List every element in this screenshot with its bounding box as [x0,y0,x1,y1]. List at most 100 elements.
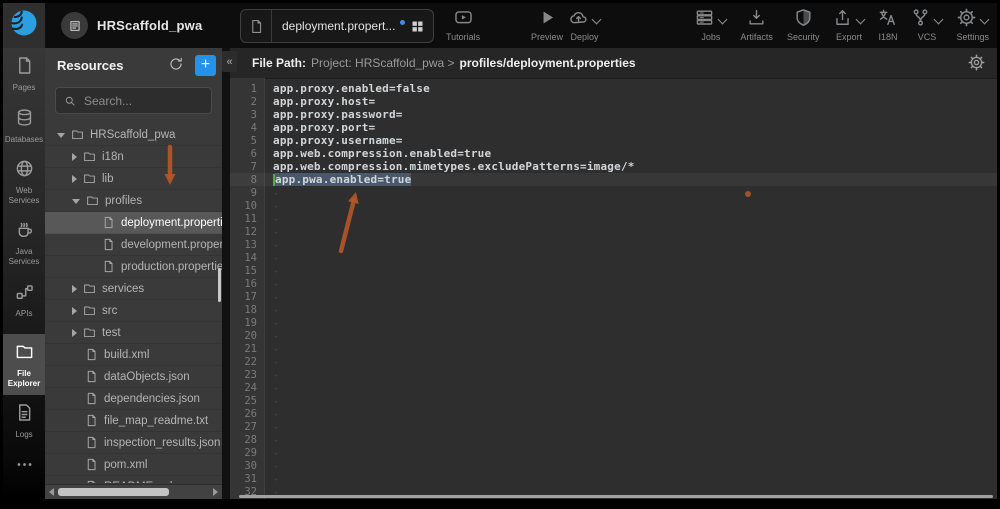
caret-right-icon[interactable] [72,175,77,183]
collapse-panel-button[interactable]: « [222,51,237,72]
scrollbar-thumb[interactable] [58,488,169,496]
caret-right-icon[interactable] [72,153,77,161]
code-line-33[interactable]: 33 [230,498,997,499]
gear-icon[interactable] [968,54,985,71]
action-i18n[interactable]: I18N [878,10,897,42]
code-line-15[interactable]: 15 [230,264,997,277]
action-export[interactable]: Export [833,10,864,42]
code-line-27[interactable]: 27 [230,420,997,433]
action-settings[interactable]: Settings [956,10,989,42]
tree-item-file-map-readme-txt[interactable]: file_map_readme.txt [45,410,222,432]
search-box[interactable] [55,87,212,114]
code-line-9[interactable]: 9 [230,186,997,199]
caret-down-icon[interactable] [72,199,80,204]
code-line-1[interactable]: 1app.proxy.enabled=false [230,82,997,95]
code-line-25[interactable]: 25 [230,394,997,407]
sidebar-item-more[interactable] [3,447,45,489]
tree-item-i18n[interactable]: i18n [45,146,222,168]
tree-item-readme-md[interactable]: README.md [45,476,222,483]
code-line-2[interactable]: 2app.proxy.host= [230,95,997,108]
home-logo-button[interactable] [3,3,45,48]
action-tutorials[interactable]: Tutorials [446,10,480,42]
caret-down-icon[interactable] [57,133,65,138]
code-line-20[interactable]: 20 [230,329,997,342]
tree-item-production-properties[interactable]: production.properties [45,256,222,278]
editor-horizontal-scrollbar[interactable] [239,495,993,498]
search-input[interactable] [82,93,203,109]
code-line-16[interactable]: 16 [230,277,997,290]
code-line-23[interactable]: 23 [230,368,997,381]
code-line-12[interactable]: 12 [230,225,997,238]
caret-right-icon[interactable] [72,329,77,337]
tree-item-dataobjects-json[interactable]: dataObjects.json [45,366,222,388]
tree-vertical-scrollbar[interactable] [218,268,221,302]
grid-icon[interactable] [410,19,425,34]
open-file-tab[interactable]: deployment.propert... [240,9,434,43]
code-line-31[interactable]: 31 [230,472,997,485]
code-line-7[interactable]: 7app.web.compression.mimetypes.excludePa… [230,160,997,173]
action-jobs[interactable]: Jobs [695,10,726,42]
code-line-19[interactable]: 19 [230,316,997,329]
caret-right-icon[interactable] [72,285,77,293]
code-line-13[interactable]: 13 [230,238,997,251]
code-line-14[interactable]: 14 [230,251,997,264]
action-security[interactable]: Security [787,10,820,42]
tree-item-pom-xml[interactable]: pom.xml [45,454,222,476]
code-text [273,199,279,212]
code-line-6[interactable]: 6app.web.compression.enabled=true [230,147,997,160]
sidebar-item-file-explorer[interactable]: File Explorer [3,334,45,395]
action-artifacts[interactable]: Artifacts [740,10,773,42]
tree-item-hrscaffold-pwa[interactable]: HRScaffold_pwa [45,124,222,146]
sidebar-item-pages[interactable]: Pages [3,48,45,100]
project-switcher[interactable]: HRScaffold_pwa [61,12,202,39]
caret-right-icon[interactable] [72,307,77,315]
tree-item-src[interactable]: src [45,300,222,322]
tree-item-dependencies-json[interactable]: dependencies.json [45,388,222,410]
tree-item-deployment-properties[interactable]: deployment.properties [45,212,222,234]
scroll-right-arrow-icon[interactable] [213,488,218,496]
branch-icon [911,8,930,32]
code-line-28[interactable]: 28 [230,433,997,446]
scroll-left-arrow-icon[interactable] [49,488,54,496]
tree-horizontal-scrollbar[interactable] [45,484,222,499]
add-resource-button[interactable]: + [195,55,216,76]
refresh-icon[interactable] [168,56,186,74]
code-line-11[interactable]: 11 [230,212,997,225]
code-line-8[interactable]: 8app.pwa.enabled=true [230,173,997,186]
code-line-10[interactable]: 10 [230,199,997,212]
action-preview[interactable]: Preview [531,10,563,42]
code-editor[interactable]: 1app.proxy.enabled=false2app.proxy.host=… [230,78,997,499]
code-line-24[interactable]: 24 [230,381,997,394]
sidebar-item-logs[interactable]: Logs [3,395,45,447]
sidebar-item-databases[interactable]: Databases [3,100,45,152]
code-text: app.proxy.port= [273,121,375,134]
sidebar-item-apis[interactable]: APIs [3,274,45,326]
tree-item-build-xml[interactable]: build.xml [45,344,222,366]
tree-item-development-properties[interactable]: development.properties [45,234,222,256]
tree-item-label: dependencies.json [104,393,200,405]
sidebar-item-web-services[interactable]: Web Services [3,151,45,212]
code-line-22[interactable]: 22 [230,355,997,368]
preview-icon-row [538,10,557,30]
action-deploy[interactable]: Deploy [569,10,600,42]
code-line-3[interactable]: 3app.proxy.password= [230,108,997,121]
tree-item-label: README.md [104,481,172,484]
code-line-5[interactable]: 5app.proxy.username= [230,134,997,147]
code-line-26[interactable]: 26 [230,407,997,420]
code-line-17[interactable]: 17 [230,290,997,303]
code-line-18[interactable]: 18 [230,303,997,316]
page-icon [15,56,34,80]
code-line-30[interactable]: 30 [230,459,997,472]
code-line-29[interactable]: 29 [230,446,997,459]
tree-item-test[interactable]: test [45,322,222,344]
code-line-4[interactable]: 4app.proxy.port= [230,121,997,134]
code-text [273,290,279,303]
action-vcs[interactable]: VCS [911,10,942,42]
sidebar-item-java-services[interactable]: Java Services [3,212,45,273]
activity-bar-top: PagesDatabasesWeb ServicesJava ServicesA… [3,48,45,325]
tree-item-lib[interactable]: lib [45,168,222,190]
tree-item-profiles[interactable]: profiles [45,190,222,212]
tree-item-inspection-results-json[interactable]: inspection_results.json [45,432,222,454]
code-line-21[interactable]: 21 [230,342,997,355]
tree-item-services[interactable]: services [45,278,222,300]
